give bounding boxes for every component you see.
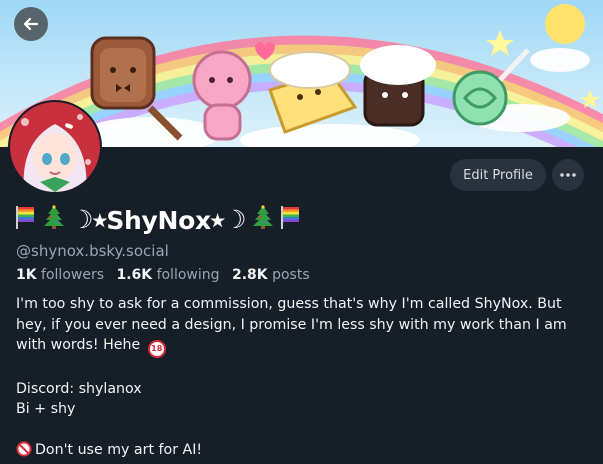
followers-label: followers [41, 267, 104, 283]
following-count: 1.6K [116, 267, 153, 283]
bio-intro-text: I'm too shy to ask for a commission, gue… [16, 296, 567, 353]
more-dots-icon [560, 173, 576, 177]
following-label: following [156, 267, 220, 283]
christmas-tree-icon [252, 205, 274, 235]
rainbow-flag-icon [16, 205, 34, 235]
more-options-button[interactable] [552, 159, 584, 191]
bio-ai-notice: Don't use my art for AI! [35, 442, 203, 458]
profile-stats: 1K followers 1.6K following 2.8K posts [16, 267, 318, 283]
rainbow-flag-icon [281, 205, 300, 235]
display-name: ShyNox [106, 205, 211, 235]
posts-count: 2.8K [231, 267, 268, 283]
following-link[interactable]: 1.6K following [116, 267, 219, 283]
age-18-badge-icon: 18 [147, 340, 166, 358]
display-name-prefix: ☽⭒ [71, 205, 107, 234]
edit-profile-button[interactable]: Edit Profile [450, 159, 546, 191]
display-name-row: ☽⭒ ShyNox ⭒☽ [16, 203, 300, 237]
bio-ai-notice-line: Don't use my art for AI! [16, 440, 591, 464]
back-button[interactable] [14, 7, 48, 41]
bio-identity: Bi + shy [16, 401, 76, 417]
no-entry-icon [16, 441, 32, 464]
christmas-tree-icon [43, 205, 65, 235]
back-arrow-icon [23, 17, 39, 31]
followers-count: 1K [16, 267, 37, 283]
avatar[interactable] [8, 100, 102, 194]
profile-handle: @shynox.bsky.social [16, 242, 169, 260]
bio-paragraph: I'm too shy to ask for a commission, gue… [16, 294, 591, 358]
posts-count-item: 2.8K posts [232, 267, 310, 283]
bio-discord: Discord: shylanox [16, 380, 142, 397]
posts-label: posts [272, 267, 310, 283]
followers-link[interactable]: 1K followers [16, 267, 104, 283]
profile-bio: I'm too shy to ask for a commission, gue… [16, 294, 591, 464]
display-name-suffix: ⭒☽ [210, 205, 247, 234]
